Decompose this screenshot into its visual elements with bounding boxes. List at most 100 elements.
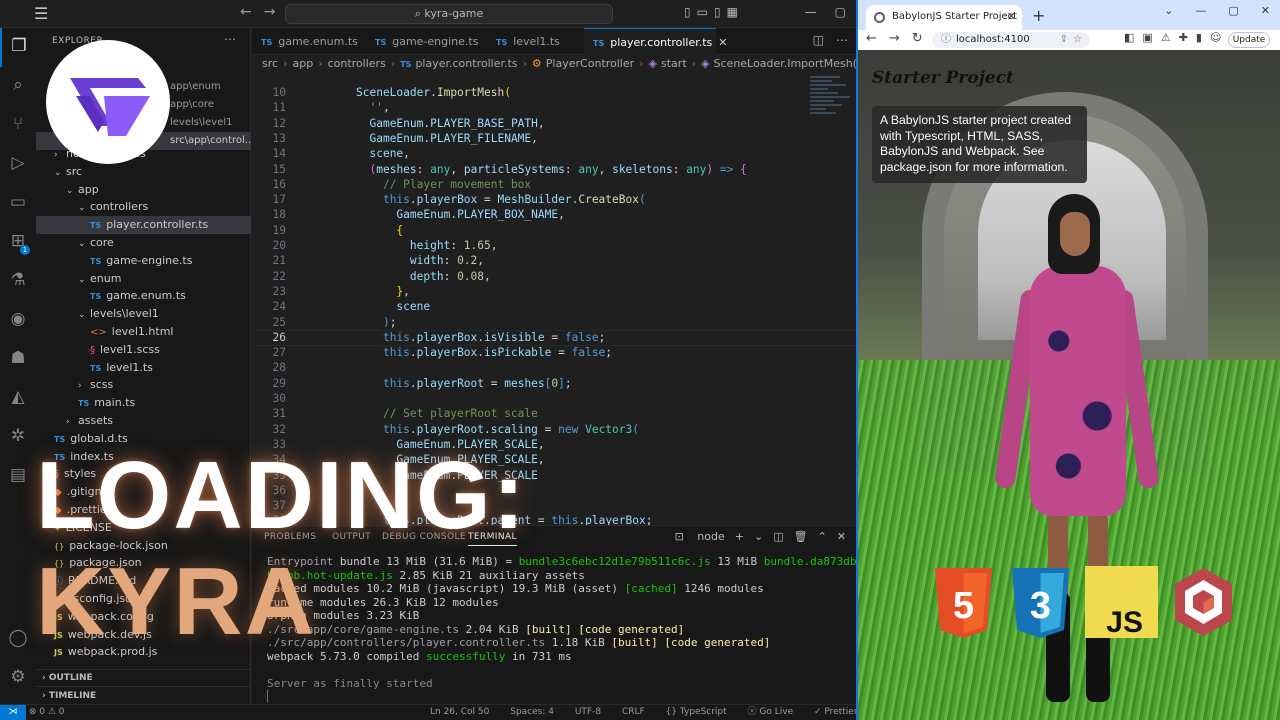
tab-level1[interactable]: TS level1.ts	[487, 28, 583, 55]
maximize-icon[interactable]: ▢	[835, 5, 846, 19]
code-line[interactable]: depth: 0.08,	[356, 270, 491, 283]
new-tab-icon[interactable]: +	[1032, 6, 1045, 25]
tree-folder[interactable]: ⌄ core	[36, 234, 251, 252]
code-line[interactable]: GameEnum.PLAYER_BOX_NAME,	[356, 208, 564, 221]
tree-file[interactable]: TS game.enum.ts	[36, 287, 251, 305]
back-arrow-icon[interactable]: ←	[240, 4, 252, 20]
code-line[interactable]: this.playerBox.isPickable = false;	[356, 346, 612, 359]
remote-icon[interactable]: ⋊	[0, 705, 26, 720]
terminal-shell-label[interactable]: node	[697, 530, 724, 543]
docker-icon[interactable]: ☗	[0, 340, 36, 379]
breadcrumb-item[interactable]: PlayerController	[546, 57, 634, 70]
search-icon[interactable]: ⌕	[0, 67, 36, 106]
extension-icon[interactable]: ⚠	[1161, 31, 1171, 44]
gitlab-icon[interactable]: ◭	[0, 379, 36, 418]
code-line[interactable]: this.playerRoot.scaling = new Vector3(	[356, 423, 639, 436]
tree-file[interactable]: TS player.controller.ts	[36, 216, 251, 234]
breadcrumb-item[interactable]: start	[661, 57, 687, 70]
close-tab-icon[interactable]: ✕	[1007, 5, 1016, 29]
star-icon[interactable]: ☆	[1073, 32, 1082, 48]
tree-folder[interactable]: › scss	[36, 376, 251, 394]
maximize-panel-icon[interactable]: ⌃	[818, 530, 827, 543]
info-icon[interactable]: ⓘ	[941, 32, 951, 48]
problems-count[interactable]: ⊗ 0 ⚠ 0	[29, 707, 65, 717]
timeline-section[interactable]: › TIMELINE	[36, 686, 251, 704]
add-terminal-icon[interactable]: +	[735, 530, 744, 543]
code-line[interactable]: {	[356, 224, 403, 237]
tree-file[interactable]: TS level1.ts	[36, 359, 251, 377]
code-line[interactable]: GameEnum.PLAYER_FILENAME,	[356, 132, 537, 145]
encoding[interactable]: UTF-8	[575, 707, 601, 717]
code-line[interactable]: height: 1.65,	[356, 239, 498, 252]
run-debug-icon[interactable]: ▷	[0, 145, 36, 184]
testing-icon[interactable]: ⚗	[0, 262, 36, 301]
hamburger-menu-icon[interactable]: ☰	[34, 4, 48, 23]
toggle-sidebar-icon[interactable]: ▯	[684, 5, 691, 19]
tab-game-engine[interactable]: TS game-engine.ts	[366, 28, 486, 55]
close-panel-icon[interactable]: ✕	[837, 530, 846, 543]
split-terminal-icon[interactable]: ◫	[773, 530, 783, 543]
code-line[interactable]: scene,	[356, 147, 409, 160]
cursor-position[interactable]: Ln 26, Col 50	[430, 707, 489, 717]
breadcrumb-item[interactable]: src	[262, 57, 278, 70]
extensions-icon[interactable]: ⊞ 1	[0, 223, 36, 262]
split-editor-icon[interactable]: ◫	[813, 33, 824, 47]
minimize-icon[interactable]: —	[1195, 4, 1206, 17]
code-line[interactable]: },	[356, 285, 410, 298]
close-icon[interactable]: ✕	[718, 36, 727, 49]
browser-tab[interactable]: BabylonJS Starter Project ✕	[866, 5, 1022, 30]
reload-icon[interactable]: ↻	[912, 31, 923, 46]
maximize-icon[interactable]: ▢	[1228, 4, 1238, 17]
chatgpt-icon[interactable]: ✲	[0, 418, 36, 457]
tree-folder[interactable]: › assets	[36, 412, 251, 430]
customize-layout-icon[interactable]: ▦	[727, 5, 738, 19]
accounts-icon[interactable]: ◯	[0, 620, 36, 659]
sidepanel-icon[interactable]: ▮	[1196, 31, 1202, 44]
go-live-button[interactable]: ⓥ Go Live	[748, 707, 794, 717]
address-bar[interactable]: ⓘ localhost:4100 ⇪ ☆	[932, 32, 1090, 48]
minimap[interactable]	[810, 74, 856, 154]
code-line[interactable]: this.playerBox = MeshBuilder.CreateBox(	[356, 193, 646, 206]
chevron-down-icon[interactable]: ⌄	[754, 530, 763, 543]
code-line[interactable]: GameEnum.PLAYER_BASE_PATH,	[356, 117, 544, 130]
trash-icon[interactable]: 🗑	[794, 530, 808, 543]
extension-icon[interactable]: ◧	[1124, 31, 1134, 44]
tree-file[interactable]: TS game-engine.ts	[36, 252, 251, 270]
tab-game-enum[interactable]: TS game.enum.ts	[252, 28, 364, 55]
tree-file[interactable]: § level1.scss	[36, 341, 251, 359]
breadcrumb-item[interactable]: app	[292, 57, 313, 70]
code-line[interactable]: this.playerBox.isVisible = false;	[356, 331, 605, 344]
close-window-icon[interactable]: ✕	[1261, 4, 1270, 17]
tree-file[interactable]: TS main.ts	[36, 394, 251, 412]
tree-folder[interactable]: ⌄ controllers	[36, 198, 251, 216]
prettier-status[interactable]: ✓ Prettier	[814, 707, 858, 717]
tab-player-controller[interactable]: TS player.controller.ts ✕	[584, 28, 728, 55]
code-line[interactable]: scene	[356, 300, 430, 313]
breadcrumb-item[interactable]: controllers	[328, 57, 386, 70]
more-actions-icon[interactable]: ⋯	[836, 33, 848, 47]
remote-explorer-icon[interactable]: ▭	[0, 184, 36, 223]
source-control-icon[interactable]: ⑂	[0, 106, 36, 145]
indentation[interactable]: Spaces: 4	[510, 707, 554, 717]
forward-arrow-icon[interactable]: →	[889, 31, 900, 46]
outline-section[interactable]: › OUTLINE	[36, 669, 251, 686]
notebook-icon[interactable]: ▤	[0, 457, 36, 496]
tree-folder[interactable]: ⌄ enum	[36, 270, 251, 288]
tree-file[interactable]: <> level1.html	[36, 323, 251, 341]
minimize-icon[interactable]: —	[805, 5, 817, 19]
code-line[interactable]: SceneLoader.ImportMesh(	[356, 86, 511, 99]
language-mode[interactable]: {} TypeScript	[666, 707, 727, 717]
code-line[interactable]: // Player movement box	[356, 178, 531, 191]
toggle-panel-icon[interactable]: ▭	[697, 5, 708, 19]
manage-gear-icon[interactable]: ⚙	[0, 659, 36, 698]
share-icon[interactable]: ⇪	[1060, 32, 1068, 48]
code-line[interactable]: '',	[356, 101, 389, 114]
puzzle-icon[interactable]: ✚	[1179, 31, 1188, 44]
command-center-search[interactable]: ⌕ kyra-game	[285, 4, 613, 24]
chevron-down-icon[interactable]: ⌄	[1164, 4, 1173, 17]
line-ending[interactable]: CRLF	[622, 707, 645, 717]
toggle-secondary-sidebar-icon[interactable]: ▯	[714, 5, 721, 19]
code-line[interactable]: (meshes: any, particleSystems: any, skel…	[356, 163, 746, 176]
code-line[interactable]: this.playerRoot = meshes[0];	[356, 377, 572, 390]
code-line[interactable]: // Set playerRoot scale	[356, 407, 538, 420]
